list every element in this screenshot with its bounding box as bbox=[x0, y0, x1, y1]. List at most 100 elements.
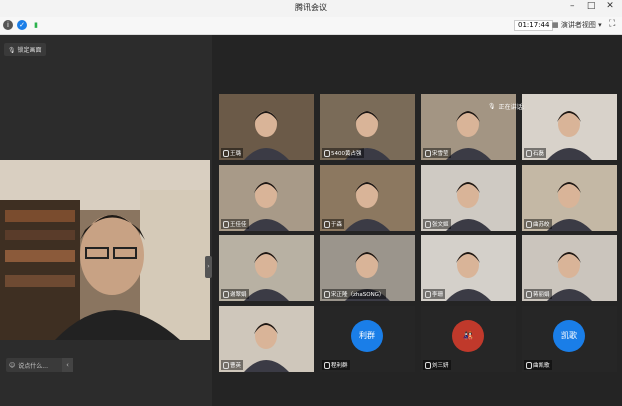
participant-tile[interactable]: 石磊 bbox=[522, 94, 617, 160]
participant-name: 张文姬 bbox=[432, 222, 449, 228]
fullscreen-icon[interactable]: ⛶ bbox=[609, 19, 615, 29]
participant-head bbox=[457, 252, 479, 278]
participant-nametag: 王佳佳 bbox=[221, 219, 249, 229]
mic-icon: 🎙 bbox=[488, 103, 496, 110]
mic-icon bbox=[425, 290, 431, 298]
participant-name: 李珊 bbox=[432, 292, 444, 298]
participant-body bbox=[345, 219, 390, 231]
participant-nametag: 王璐 bbox=[221, 148, 244, 158]
mic-icon bbox=[324, 220, 330, 228]
participants-grid: 王璐 5400黄占强 宋雪莹 石磊王佳佳 于森 张文姬 曲苏皎谢翠娟 宋正隆（zhaSONG）… bbox=[212, 35, 622, 406]
participant-body bbox=[244, 289, 289, 301]
participant-nametag: 宋正隆（zhaSONG） bbox=[322, 289, 387, 299]
meeting-timer: 01:17:44 bbox=[514, 20, 554, 31]
speaking-indicator: 🎙 正在讲话: bbox=[488, 102, 525, 111]
window-title: 腾讯会议 bbox=[295, 3, 327, 12]
participant-nametag: 曲苏皎 bbox=[524, 219, 552, 229]
speaker-view-button[interactable]: ▦ 演讲者视图 ▾ bbox=[552, 20, 602, 30]
mic-icon bbox=[223, 361, 229, 369]
toolbar-icons: i ✓ ▮ bbox=[3, 20, 41, 30]
signal-icon[interactable]: ▮ bbox=[31, 20, 41, 30]
participant-body bbox=[244, 148, 289, 160]
participant-name: 宋正隆（zhaSONG） bbox=[331, 292, 385, 298]
participant-nametag: 曹英 bbox=[221, 360, 244, 370]
participant-name: 于森 bbox=[331, 222, 343, 228]
participant-tile[interactable]: 宋正隆（zhaSONG） bbox=[320, 235, 415, 301]
mic-icon bbox=[223, 220, 229, 228]
participant-body bbox=[446, 148, 491, 160]
participant-name: 石磊 bbox=[533, 151, 545, 157]
speaking-label: 正在讲话: bbox=[498, 104, 525, 111]
participant-name: 刘三妍 bbox=[432, 363, 449, 369]
participant-tile[interactable]: 李珊 bbox=[421, 235, 516, 301]
participant-tile[interactable]: 曹英 bbox=[219, 306, 314, 372]
participant-name: 蒋丽娟 bbox=[533, 292, 550, 298]
participant-body bbox=[547, 148, 592, 160]
participant-body bbox=[547, 289, 592, 301]
close-button[interactable]: ✕ bbox=[602, 1, 618, 11]
participant-name: 谢翠娟 bbox=[230, 292, 247, 298]
chat-icon: ☺ bbox=[9, 361, 16, 369]
mic-icon bbox=[324, 149, 330, 157]
participant-body bbox=[244, 360, 289, 372]
participant-avatar: 凯歌 bbox=[553, 320, 585, 352]
mic-icon bbox=[324, 290, 330, 298]
participant-nametag: 宋雪莹 bbox=[423, 148, 451, 158]
participant-head bbox=[255, 111, 277, 137]
participant-tile[interactable]: 5400黄占强 bbox=[320, 94, 415, 160]
chat-collapse-button[interactable]: ‹ bbox=[62, 358, 73, 372]
info-icon[interactable]: i bbox=[3, 20, 13, 30]
mic-icon bbox=[425, 149, 431, 157]
participant-tile[interactable]: 谢翠娟 bbox=[219, 235, 314, 301]
participant-name: 5400黄占强 bbox=[331, 151, 362, 157]
participant-nametag: 刘三妍 bbox=[423, 360, 451, 370]
participant-tile[interactable]: 张文姬 bbox=[421, 165, 516, 231]
mic-icon bbox=[526, 361, 532, 369]
maximize-button[interactable]: □ bbox=[583, 1, 599, 11]
mic-icon bbox=[425, 220, 431, 228]
collapse-panel-button[interactable]: › bbox=[205, 256, 212, 278]
participant-tile[interactable]: 利群 程利群 bbox=[320, 306, 415, 372]
lock-view-label: 锁定画面 bbox=[17, 47, 42, 54]
mic-icon bbox=[526, 290, 532, 298]
participant-nametag: 蒋丽娟 bbox=[524, 289, 552, 299]
grid-icon: ▦ bbox=[552, 21, 559, 29]
participant-tile[interactable]: 王璐 bbox=[219, 94, 314, 160]
participant-nametag: 张文姬 bbox=[423, 219, 451, 229]
participant-tile[interactable]: 🎎 刘三妍 bbox=[421, 306, 516, 372]
participant-nametag: 程利群 bbox=[322, 360, 350, 370]
participant-head bbox=[457, 111, 479, 137]
participant-tile[interactable]: 王佳佳 bbox=[219, 165, 314, 231]
participant-tile[interactable]: 凯歌曲凯歌 bbox=[522, 306, 617, 372]
participant-name: 王璐 bbox=[230, 151, 242, 157]
mic-icon bbox=[223, 290, 229, 298]
participant-head bbox=[255, 182, 277, 208]
chat-input[interactable]: ☺ 说点什么... bbox=[6, 358, 65, 372]
participant-head bbox=[356, 111, 378, 137]
participant-name: 曲凯歌 bbox=[533, 363, 550, 369]
participant-name: 宋雪莹 bbox=[432, 151, 449, 157]
lock-view-tag[interactable]: 🎙 锁定画面 bbox=[4, 43, 46, 56]
participant-tile[interactable]: 蒋丽娟 bbox=[522, 235, 617, 301]
chat-placeholder: 说点什么... bbox=[18, 362, 48, 370]
participant-tile[interactable]: 曲苏皎 bbox=[522, 165, 617, 231]
mic-icon bbox=[223, 149, 229, 157]
participant-head bbox=[356, 182, 378, 208]
shield-icon[interactable]: ✓ bbox=[17, 20, 27, 30]
participant-head bbox=[558, 182, 580, 208]
mic-icon bbox=[526, 220, 532, 228]
chevron-down-icon[interactable]: ▾ bbox=[598, 21, 602, 29]
mic-icon: 🎙 bbox=[8, 47, 16, 54]
mic-icon bbox=[526, 149, 532, 157]
participant-tile[interactable]: 于森 bbox=[320, 165, 415, 231]
participant-nametag: 李珊 bbox=[423, 289, 446, 299]
meeting-toolbar: i ✓ ▮ 01:17:44 ▦ 演讲者视图 ▾ ⛶ bbox=[0, 17, 622, 35]
participant-nametag: 石磊 bbox=[524, 148, 547, 158]
participant-head bbox=[558, 252, 580, 278]
participant-body bbox=[244, 219, 289, 231]
participant-nametag: 于森 bbox=[322, 219, 345, 229]
title-bar: 腾讯会议 – □ ✕ bbox=[0, 0, 622, 17]
speaker-view-label: 演讲者视图 bbox=[560, 21, 596, 29]
participant-name: 王佳佳 bbox=[230, 222, 247, 228]
minimize-button[interactable]: – bbox=[564, 1, 580, 11]
